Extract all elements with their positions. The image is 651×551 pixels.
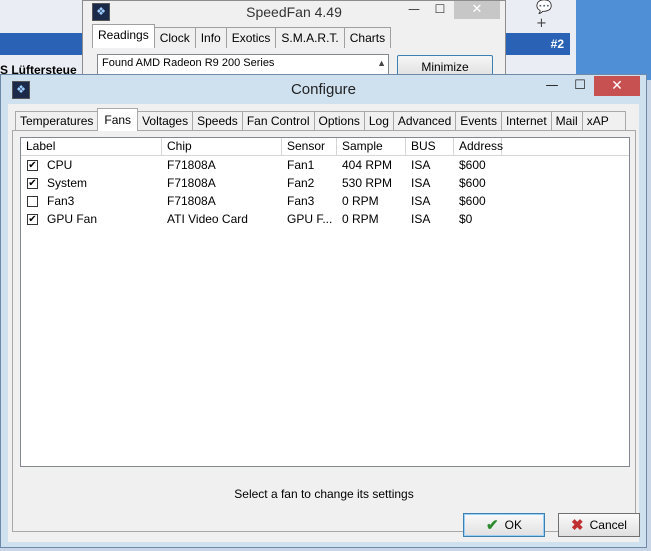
row-label: System xyxy=(47,176,88,190)
row-chip: F71808A xyxy=(167,158,216,172)
row-bus: ISA xyxy=(411,194,431,208)
add-comment-icon[interactable]: 💬+ xyxy=(536,0,560,31)
row-bus: ISA xyxy=(411,212,431,226)
table-row[interactable]: ✔ CPU F71808A Fan1 404 RPM ISA $600 xyxy=(21,156,629,174)
maximize-window-icon[interactable]: ☐ xyxy=(566,77,594,97)
fans-list[interactable]: Label Chip Sensor Sample BUS Address ✔ C… xyxy=(20,137,630,467)
readings-log-line: Found AMD Radeon R9 200 Series xyxy=(102,57,275,69)
tab-events[interactable]: Events xyxy=(455,111,502,131)
close-window-button[interactable]: ✕ xyxy=(454,1,500,19)
tab-readings[interactable]: Readings xyxy=(92,24,155,48)
tab-internet[interactable]: Internet xyxy=(500,111,552,131)
configure-title-bar: ❖ Configure — ☐ ✕ xyxy=(1,75,646,103)
row-sample: 0 RPM xyxy=(342,194,379,208)
minimize-window-icon[interactable]: — xyxy=(538,77,566,97)
tab-clock[interactable]: Clock xyxy=(153,27,196,48)
row-label-cell: ✔ GPU Fan xyxy=(21,210,162,228)
table-row[interactable]: Fan3 F71808A Fan3 0 RPM ISA $600 xyxy=(21,192,629,210)
row-chip: F71808A xyxy=(167,194,216,208)
row-label: Fan3 xyxy=(47,194,75,208)
row-checkbox[interactable] xyxy=(27,195,38,207)
row-address: $600 xyxy=(459,176,486,190)
tab-smart[interactable]: S.M.A.R.T. xyxy=(275,27,345,48)
row-checkbox[interactable]: ✔ xyxy=(27,213,38,225)
tab-log[interactable]: Log xyxy=(363,111,394,131)
column-header-sample[interactable]: Sample xyxy=(337,138,406,155)
cancel-button-label: Cancel xyxy=(589,518,627,532)
column-header-address[interactable]: Address xyxy=(454,138,503,155)
background-title-bar xyxy=(0,33,82,55)
row-address: $600 xyxy=(459,158,486,172)
tab-fans[interactable]: Fans xyxy=(97,108,139,131)
checkmark-icon: ✔ xyxy=(486,517,499,534)
row-sensor: GPU F... xyxy=(287,212,333,226)
background-badge: #2 xyxy=(506,33,570,55)
row-sensor: Fan2 xyxy=(287,176,315,190)
row-chip: ATI Video Card xyxy=(167,212,248,226)
tab-fan-control[interactable]: Fan Control xyxy=(241,111,315,131)
tab-exotics[interactable]: Exotics xyxy=(225,27,277,48)
close-dialog-button[interactable]: ✕ xyxy=(594,76,640,96)
row-bus: ISA xyxy=(411,176,431,190)
row-chip: F71808A xyxy=(167,176,216,190)
cancel-x-icon: ✖ xyxy=(571,517,584,534)
minimize-window-icon[interactable]: — xyxy=(401,1,427,19)
tab-info[interactable]: Info xyxy=(194,27,227,48)
row-label-cell: ✔ System xyxy=(21,174,162,192)
tab-mail[interactable]: Mail xyxy=(550,111,583,131)
row-label: GPU Fan xyxy=(47,212,98,226)
scroll-up-icon[interactable]: ▲ xyxy=(377,57,386,70)
speedfan-title-bar: ❖ SpeedFan 4.49 — ☐ ✕ xyxy=(83,1,505,23)
row-sensor: Fan3 xyxy=(287,194,315,208)
status-text: Select a fan to change its settings xyxy=(234,487,414,501)
row-address: $0 xyxy=(459,212,473,226)
ok-button-label: OK xyxy=(504,518,522,532)
column-header-bus[interactable]: BUS xyxy=(406,138,454,155)
fans-list-header: Label Chip Sensor Sample BUS Address xyxy=(21,138,629,156)
tab-charts[interactable]: Charts xyxy=(343,27,392,48)
row-label-cell: ✔ CPU xyxy=(21,156,162,174)
cancel-button[interactable]: ✖ Cancel xyxy=(558,513,640,537)
configure-dialog: ❖ Configure — ☐ ✕ Temperatures Fans Volt… xyxy=(0,74,647,548)
table-row[interactable]: ✔ System F71808A Fan2 530 RPM ISA $600 xyxy=(21,174,629,192)
row-checkbox[interactable]: ✔ xyxy=(27,159,38,171)
row-checkbox[interactable]: ✔ xyxy=(27,177,38,189)
fans-tab-panel: Label Chip Sensor Sample BUS Address ✔ C… xyxy=(12,130,636,532)
desktop-background xyxy=(576,0,651,80)
tab-options[interactable]: Options xyxy=(313,111,365,131)
row-sample: 530 RPM xyxy=(342,176,393,190)
tab-advanced[interactable]: Advanced xyxy=(392,111,457,131)
ok-button[interactable]: ✔ OK xyxy=(463,513,545,537)
tab-temperatures[interactable]: Temperatures xyxy=(15,111,99,131)
table-row[interactable]: ✔ GPU Fan ATI Video Card GPU F... 0 RPM … xyxy=(21,210,629,228)
row-label: CPU xyxy=(47,158,73,172)
column-header-chip[interactable]: Chip xyxy=(162,138,282,155)
row-sensor: Fan1 xyxy=(287,158,315,172)
column-header-label[interactable]: Label xyxy=(21,138,162,155)
tab-voltages[interactable]: Voltages xyxy=(137,111,194,131)
row-address: $600 xyxy=(459,194,486,208)
tab-xap[interactable]: xAP xyxy=(581,111,626,131)
row-sample: 404 RPM xyxy=(342,158,393,172)
row-sample: 0 RPM xyxy=(342,212,379,226)
column-header-sensor[interactable]: Sensor xyxy=(282,138,337,155)
configure-client-area: Temperatures Fans Voltages Speeds Fan Co… xyxy=(8,104,640,542)
tab-speeds[interactable]: Speeds xyxy=(192,111,243,131)
row-label-cell: Fan3 xyxy=(21,192,162,210)
speedfan-window: ❖ SpeedFan 4.49 — ☐ ✕ Readings Clock Inf… xyxy=(82,0,506,80)
maximize-window-icon[interactable]: ☐ xyxy=(427,1,453,19)
configure-tab-bar: Temperatures Fans Voltages Speeds Fan Co… xyxy=(15,108,626,131)
row-bus: ISA xyxy=(411,158,431,172)
speedfan-tab-bar: Readings Clock Info Exotics S.M.A.R.T. C… xyxy=(92,24,392,48)
